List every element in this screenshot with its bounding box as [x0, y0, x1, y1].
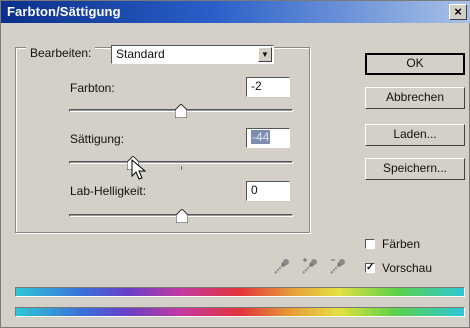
colorize-checkbox[interactable]: [365, 239, 375, 249]
lightness-value: 0: [251, 183, 258, 197]
lightness-label: Lab-Helligkeit:: [70, 184, 147, 198]
eyedropper-plus-icon[interactable]: [301, 257, 319, 275]
colorize-label: Färben: [382, 237, 421, 251]
ok-button[interactable]: OK: [365, 53, 465, 75]
lightness-input[interactable]: 0: [246, 181, 290, 201]
hue-input[interactable]: -2: [246, 77, 290, 97]
lightness-slider-thumb[interactable]: [176, 209, 188, 223]
input-color-bar: [15, 287, 465, 297]
saturation-label: Sättigung:: [70, 132, 125, 146]
close-button[interactable]: ×: [449, 4, 467, 20]
save-button[interactable]: Speichern...: [365, 158, 465, 180]
saturation-value: -44: [251, 130, 271, 144]
dialog-title: Farbton/Sättigung: [7, 4, 121, 19]
saturation-input[interactable]: -44: [246, 128, 290, 148]
eyedropper-icon[interactable]: [273, 257, 291, 275]
load-button[interactable]: Laden...: [365, 124, 465, 146]
ok-label: OK: [406, 56, 424, 70]
output-color-bar: [15, 307, 465, 317]
load-label: Laden...: [393, 127, 437, 141]
cancel-label: Abbrechen: [385, 90, 445, 104]
cancel-button[interactable]: Abbrechen: [365, 87, 465, 109]
hue-value: -2: [251, 79, 262, 93]
edit-select[interactable]: Standard ▼: [111, 45, 274, 64]
saturation-slider-track[interactable]: [69, 161, 293, 164]
chevron-down-icon[interactable]: ▼: [258, 47, 272, 62]
title-bar[interactable]: Farbton/Sättigung ×: [1, 1, 470, 23]
saturation-center-tick: [181, 166, 182, 170]
save-label: Speichern...: [382, 161, 448, 175]
mouse-cursor-icon: [131, 159, 147, 180]
dialog-window: Farbton/Sättigung × Bearbeiten: Standard…: [0, 0, 470, 328]
close-icon: ×: [454, 4, 462, 19]
hue-slider-thumb[interactable]: [175, 104, 187, 118]
check-icon: ✓: [366, 262, 375, 273]
edit-label: Bearbeiten:: [26, 46, 96, 60]
preview-checkbox[interactable]: ✓: [365, 263, 375, 273]
eyedropper-minus-icon[interactable]: [329, 257, 347, 275]
preview-label: Vorschau: [382, 261, 433, 275]
hue-label: Farbton:: [70, 81, 115, 95]
edit-select-value: Standard: [116, 47, 165, 61]
